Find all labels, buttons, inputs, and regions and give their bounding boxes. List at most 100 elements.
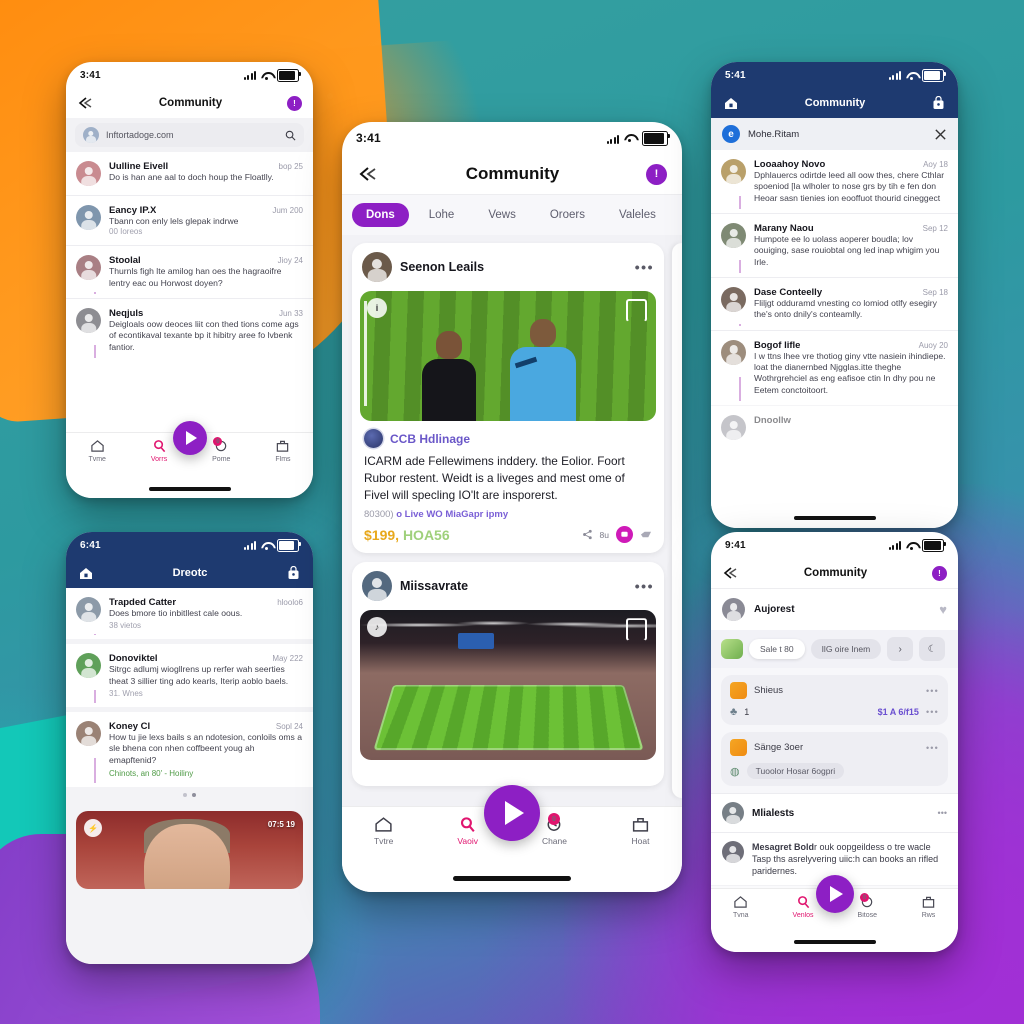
list-item[interactable]: Trapded Catter hloolo6 Does bmore tio in… [66, 588, 313, 640]
tab-search[interactable]: Venlos [793, 895, 814, 919]
tab-files[interactable]: Hoat [631, 816, 650, 846]
profile-badge-icon[interactable]: ! [287, 95, 302, 111]
tab-home[interactable]: Tvna [733, 895, 749, 919]
message-text: Mesagret Boldr ouk oopgeildess o tre wac… [752, 841, 947, 877]
profile-row[interactable]: Aujorest ♥ [711, 589, 958, 630]
tab-home[interactable]: Tvtre [374, 816, 393, 846]
tab-files[interactable]: Rws [921, 895, 936, 919]
filter-chip[interactable]: IlG oire Inem [810, 639, 882, 659]
home-lock-icon[interactable] [78, 566, 94, 581]
list-item-date: Jioy 24 [277, 256, 303, 266]
post-body: CCB Hdlinage ICARM ade Fellewimens indde… [352, 421, 664, 553]
list-item[interactable]: Eancy IP.X Jum 200 Tbann con enly lels g… [66, 195, 313, 246]
more-horizontal-icon[interactable]: ••• [926, 686, 939, 696]
filter-chip[interactable]: Sale t 80 [749, 639, 805, 659]
announcement-banner[interactable]: e Mohe.Ritam [711, 118, 958, 150]
list-item-date: hloolo6 [277, 598, 303, 607]
list-item[interactable]: Mlialests ••• [711, 793, 958, 832]
panel-card[interactable]: Sänge 3oer ••• ◍ Tuoolor Hosar 6ogpri [721, 732, 948, 786]
reaction-icon[interactable] [616, 526, 633, 544]
profile-name: Aujorest [754, 604, 795, 615]
search-bar[interactable]: Inftortadoge.com [66, 118, 313, 152]
image-thumb-icon[interactable] [721, 639, 743, 659]
list-item[interactable]: Stoolal Jioy 24 Thurnls figh lte amilog … [66, 245, 313, 299]
tab-search[interactable]: Vaoiv [457, 816, 478, 846]
back-arrow-icon[interactable] [357, 165, 379, 183]
more-horizontal-icon[interactable]: ••• [926, 743, 939, 753]
avatar [76, 653, 101, 679]
post-card[interactable]: Miissavrate ••• ♪ [352, 562, 664, 787]
tab-home[interactable]: Tvme [88, 439, 106, 463]
back-arrow-icon[interactable] [77, 96, 94, 110]
list-item[interactable]: Neqjuls Jun 33 Deigloals oow deoces liit… [66, 298, 313, 363]
wifi-icon [906, 541, 917, 550]
panel-card[interactable]: Shieus ••• ♣ 1 $1 A 6/f15 ••• [721, 675, 948, 725]
lock-bag-icon[interactable] [286, 565, 301, 581]
avatar [76, 161, 101, 186]
avatar [362, 252, 392, 282]
list-item[interactable]: Uulline Eivell bop 25 Do is han ane aal … [66, 152, 313, 195]
avatar [721, 159, 746, 184]
search-icon[interactable] [285, 130, 296, 141]
nav-header: Community ! [711, 558, 958, 589]
play-fab-button[interactable] [172, 421, 207, 455]
heart-icon[interactable]: ♥ [939, 602, 947, 617]
cellular-bars-icon [606, 133, 619, 144]
list-item[interactable]: Bogof lifle Auoy 20 I w ttns lhee vre th… [711, 329, 958, 406]
avatar [76, 205, 101, 230]
profile-badge-icon[interactable]: ! [932, 565, 947, 581]
tab-notifications[interactable]: 0 Pome [212, 437, 230, 463]
list-item[interactable]: Looaahoy Novo Aoy 18 Dphlauercs odirtde … [711, 150, 958, 214]
list-item[interactable]: Dase Conteelly Sep 18 Fliljgt odduramd v… [711, 277, 958, 330]
filter-row[interactable]: Sale t 80 IlG oire Inem › ☾ [711, 630, 958, 668]
post-subline-link[interactable]: o Live WO MiaGapr ipmy [396, 509, 508, 520]
like-icon[interactable] [640, 529, 652, 540]
carousel-dots[interactable] [66, 787, 313, 803]
panel-title: Shieus [754, 685, 784, 696]
lock-bag-icon[interactable] [931, 95, 946, 111]
moon-icon[interactable]: ☾ [919, 637, 946, 661]
tab-search[interactable]: Vorrs [151, 439, 167, 463]
play-fab-button[interactable] [815, 875, 854, 913]
more-horizontal-icon[interactable]: ••• [938, 808, 947, 818]
tab-files[interactable]: Flms [275, 439, 291, 463]
chevron-right-icon[interactable]: › [887, 637, 914, 661]
home-indicator [793, 516, 876, 520]
post-media[interactable]: ♪ [360, 610, 656, 761]
close-icon[interactable] [934, 128, 947, 141]
play-fab-button[interactable] [484, 785, 540, 841]
post-source[interactable]: CCB Hdlinage [364, 429, 652, 448]
panel-pill[interactable]: Tuoolor Hosar 6ogpri [746, 763, 845, 779]
info-icon[interactable]: i [367, 298, 387, 318]
post-card[interactable]: Seenon Leails ••• i CCB Hdlinage ICARM a… [352, 243, 664, 554]
battery-icon [922, 68, 946, 82]
post-media[interactable]: i [360, 291, 656, 421]
more-horizontal-icon[interactable]: ••• [926, 707, 939, 717]
more-horizontal-icon[interactable]: ••• [635, 259, 654, 275]
chip-dons[interactable]: Dons [352, 203, 409, 227]
home-indicator-area [711, 937, 958, 952]
category-chip-row[interactable]: Dons Lohe Vews Oroers Valeles [342, 195, 682, 235]
more-horizontal-icon[interactable]: ••• [635, 578, 654, 594]
profile-badge-icon[interactable]: ! [646, 163, 667, 185]
list-item[interactable]: Marany Naou Sep 12 Humpote ee lo uolass … [711, 213, 958, 278]
list-item[interactable]: Donoviktel May 222 Sitrgc adlumj wiogllr… [66, 644, 313, 708]
briefcase-icon [277, 440, 289, 452]
phone-bottom-left: 6:41 Dreotc Trapded Catter hloolo6 Does … [66, 532, 313, 964]
chip-oroers[interactable]: Oroers [536, 203, 599, 227]
video-card[interactable]: ⚡ 07:5 19 [76, 811, 303, 890]
share-icon[interactable] [582, 529, 593, 540]
feed: Seenon Leails ••• i CCB Hdlinage ICARM a… [342, 235, 682, 806]
page-title: Community [158, 97, 223, 109]
search-input[interactable]: Inftortadoge.com [106, 130, 278, 140]
chip-valeles[interactable]: Valeles [605, 203, 670, 227]
chip-lohe[interactable]: Lohe [415, 203, 469, 227]
home-lock-icon[interactable] [723, 96, 739, 111]
back-arrow-icon[interactable] [722, 566, 739, 580]
list-item[interactable]: Dnoollw [711, 405, 958, 450]
tab-notifications[interactable]: 0 Chane [542, 813, 567, 846]
battery-icon [922, 538, 946, 552]
chip-vews[interactable]: Vews [474, 203, 530, 227]
tab-notifications[interactable]: 0 Bitose [858, 893, 877, 919]
list-item[interactable]: Koney Cl Sopl 24 How tu jie lexs bails s… [66, 712, 313, 788]
